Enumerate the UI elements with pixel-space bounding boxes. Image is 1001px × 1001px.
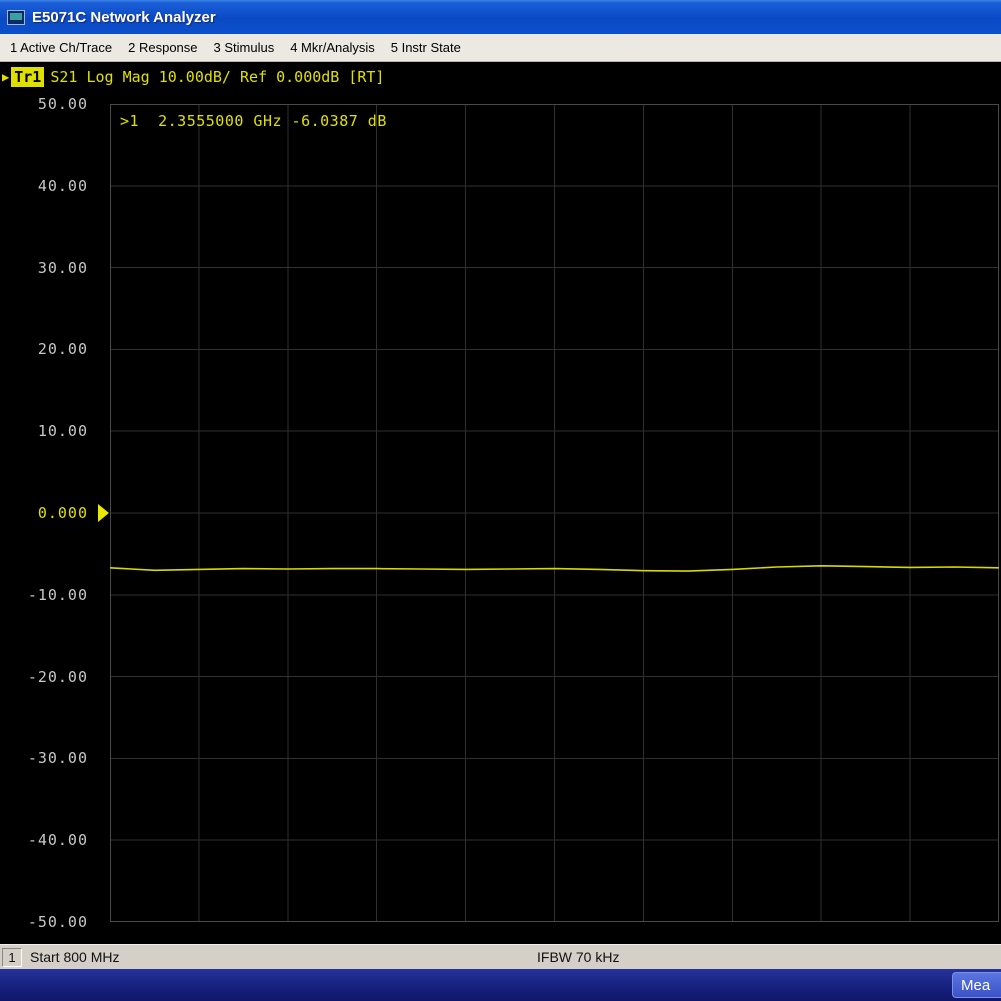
y-tick-label: -10.00 bbox=[28, 586, 88, 604]
trace-header: ▶ Tr1 S21 Log Mag 10.00dB/ Ref 0.000dB [… bbox=[0, 66, 384, 88]
y-tick-label: -50.00 bbox=[28, 913, 88, 931]
app-icon bbox=[7, 10, 25, 25]
trace-format-text: S21 Log Mag 10.00dB/ Ref 0.000dB [RT] bbox=[50, 68, 384, 86]
menu-mkr-analysis[interactable]: 4 Mkr/Analysis bbox=[282, 36, 383, 59]
reference-level-marker-icon bbox=[98, 504, 109, 522]
menu-bar: 1 Active Ch/Trace 2 Response 3 Stimulus … bbox=[0, 34, 1001, 62]
y-tick-label: 30.00 bbox=[38, 259, 88, 277]
title-bar[interactable]: E5071C Network Analyzer bbox=[0, 0, 1001, 34]
y-tick-label: -20.00 bbox=[28, 668, 88, 686]
window-title: E5071C Network Analyzer bbox=[32, 9, 216, 26]
y-tick-label: 20.00 bbox=[38, 340, 88, 358]
menu-instr-state[interactable]: 5 Instr State bbox=[383, 36, 469, 59]
grid-and-trace-svg bbox=[110, 104, 999, 922]
menu-response[interactable]: 2 Response bbox=[120, 36, 205, 59]
status-bar: 1 Start 800 MHz IFBW 70 kHz bbox=[0, 944, 1001, 969]
ifbw-label: IFBW 70 kHz bbox=[537, 949, 619, 965]
y-tick-label: 40.00 bbox=[38, 177, 88, 195]
e5071c-screen: E5071C Network Analyzer 1 Active Ch/Trac… bbox=[0, 0, 1001, 1001]
y-tick-label: 50.00 bbox=[38, 95, 88, 113]
menu-active-ch-trace[interactable]: 1 Active Ch/Trace bbox=[2, 36, 120, 59]
menu-stimulus[interactable]: 3 Stimulus bbox=[206, 36, 283, 59]
trace-label[interactable]: Tr1 bbox=[11, 67, 44, 87]
y-tick-label: -40.00 bbox=[28, 831, 88, 849]
marker-readout: >1 2.3555000 GHz -6.0387 dB bbox=[120, 112, 387, 130]
plot-area: >1 2.3555000 GHz -6.0387 dB bbox=[110, 104, 999, 922]
start-frequency-label: Start 800 MHz bbox=[30, 949, 119, 965]
y-tick-label: 10.00 bbox=[38, 422, 88, 440]
active-trace-arrow-icon: ▶ bbox=[2, 70, 9, 84]
channel-indicator: 1 bbox=[2, 948, 22, 967]
softkey-meas-button[interactable]: Mea bbox=[952, 972, 1001, 998]
instrument-display: ▶ Tr1 S21 Log Mag 10.00dB/ Ref 0.000dB [… bbox=[0, 62, 1001, 944]
y-tick-label: -30.00 bbox=[28, 749, 88, 767]
y-tick-label: 0.000 bbox=[38, 504, 88, 522]
y-axis-labels: 50.0040.0030.0020.0010.000.000-10.00-20.… bbox=[0, 104, 98, 922]
softkey-bar: Mea bbox=[0, 969, 1001, 1001]
